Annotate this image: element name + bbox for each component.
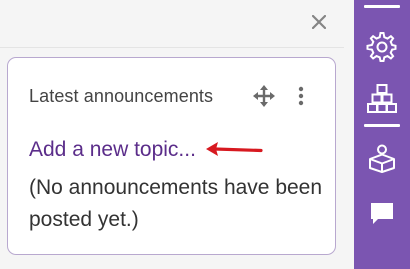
gear-icon[interactable] bbox=[366, 31, 398, 63]
add-new-topic-link[interactable]: Add a new topic... bbox=[29, 138, 196, 162]
top-strip bbox=[0, 0, 344, 48]
page: Latest announcements Add a new topic... … bbox=[0, 0, 410, 269]
announcements-block: Latest announcements Add a new topic... … bbox=[7, 57, 336, 255]
no-announcements-message: (No announcements have been posted yet.) bbox=[29, 176, 323, 231]
close-button[interactable] bbox=[307, 10, 331, 34]
close-icon bbox=[312, 15, 326, 29]
divider bbox=[364, 5, 400, 8]
move-icon[interactable] bbox=[252, 84, 276, 108]
course-index-icon[interactable] bbox=[366, 142, 398, 174]
blocks-icon[interactable] bbox=[366, 83, 398, 115]
annotation-arrow-icon bbox=[206, 142, 263, 156]
block-title: Latest announcements bbox=[29, 86, 214, 106]
kebab-menu-icon[interactable] bbox=[293, 84, 309, 108]
right-drawer-toolbar bbox=[354, 0, 410, 269]
active-indicator bbox=[364, 124, 400, 127]
chat-icon[interactable] bbox=[366, 198, 398, 230]
